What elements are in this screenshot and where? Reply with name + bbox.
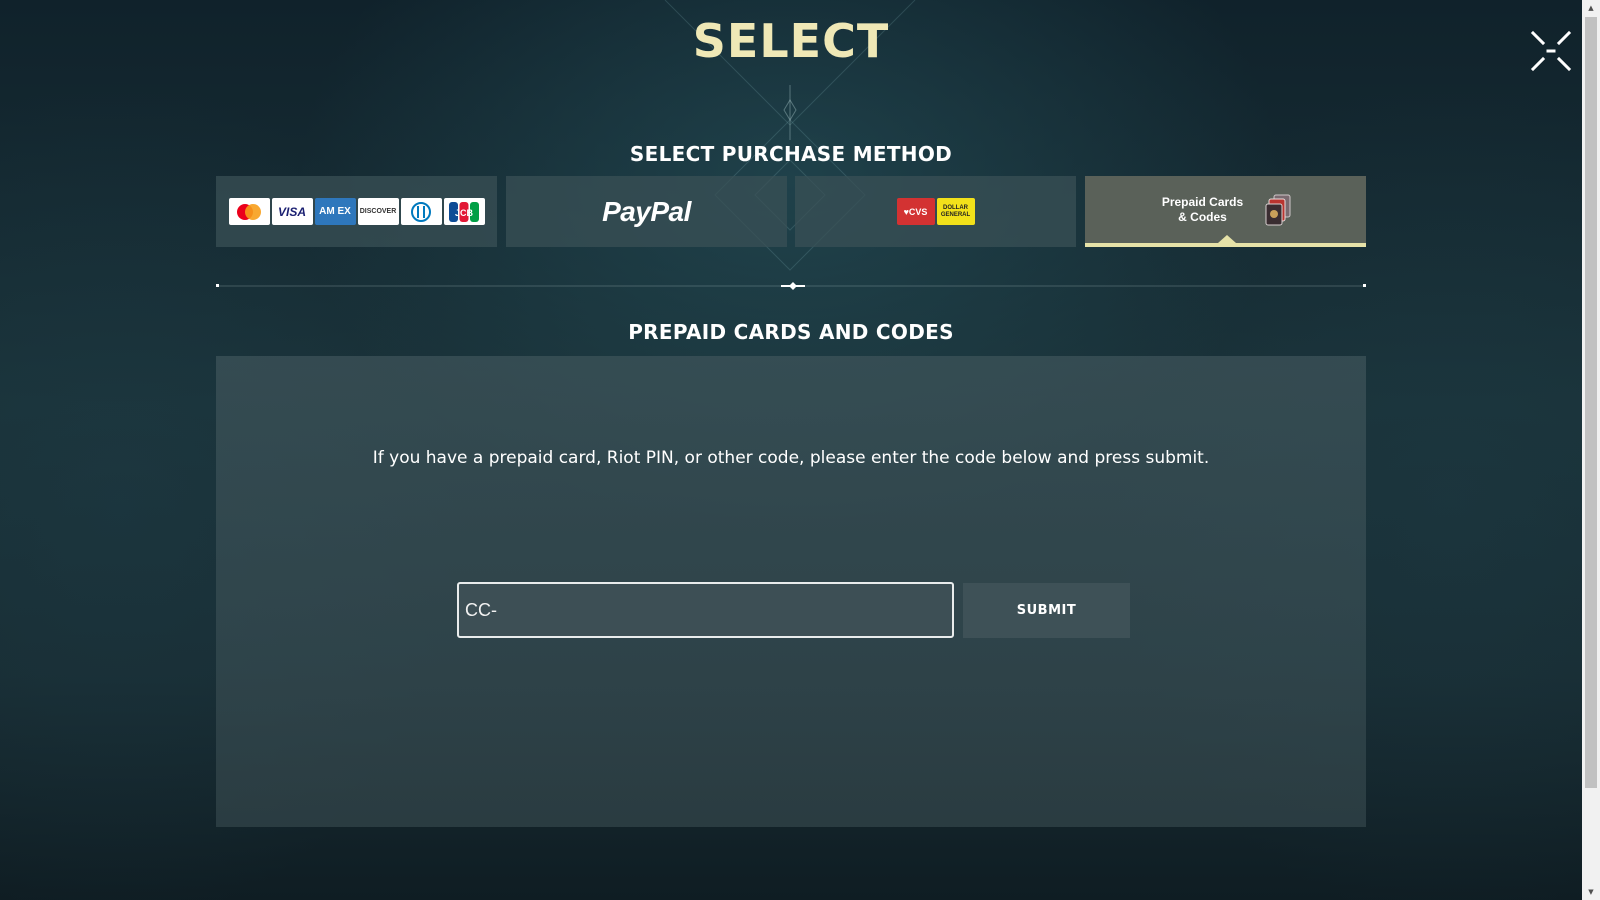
amex-icon: AM EX: [314, 198, 356, 225]
prepaid-section-title: PREPAID CARDS AND CODES: [628, 320, 954, 344]
purchase-methods: VISA AM EX DISCOVER JCB PayPal ♥CVS DOLL…: [216, 176, 1366, 247]
cvs-logo: ♥CVS: [896, 198, 935, 225]
game-logo: SELECT: [692, 14, 890, 68]
method-prepaid-cards[interactable]: Prepaid Cards & Codes: [1085, 176, 1366, 247]
prepaid-label: Prepaid Cards & Codes: [1161, 194, 1244, 224]
dollar-general-logo: DOLLAR GENERAL: [936, 198, 975, 225]
prepaid-cards-icon: [1264, 194, 1294, 226]
purchase-method-title: SELECT PURCHASE METHOD: [629, 142, 953, 166]
method-credit-cards[interactable]: VISA AM EX DISCOVER JCB: [216, 176, 497, 247]
scroll-thumb[interactable]: [1585, 17, 1597, 788]
scroll-down-arrow-icon[interactable]: ▼: [1582, 884, 1600, 900]
discover-icon: DISCOVER: [357, 198, 399, 225]
paypal-label: PayPal: [602, 195, 691, 227]
mastercard-icon: [228, 198, 270, 225]
scrollbar[interactable]: ▲ ▼: [1582, 0, 1600, 900]
jcb-label: JCB: [455, 208, 474, 218]
visa-icon: VISA: [271, 198, 313, 225]
method-retail[interactable]: ♥CVS DOLLAR GENERAL: [795, 176, 1076, 247]
diners-club-icon: [400, 198, 442, 225]
prepaid-panel: If you have a prepaid card, Riot PIN, or…: [216, 356, 1366, 827]
scroll-up-arrow-icon[interactable]: ▲: [1582, 0, 1600, 16]
instructions-text: If you have a prepaid card, Riot PIN, or…: [372, 448, 1210, 468]
section-divider: [216, 282, 1366, 290]
method-paypal[interactable]: PayPal: [506, 176, 787, 247]
submit-button[interactable]: SUBMIT: [963, 583, 1130, 638]
close-icon[interactable]: [1530, 30, 1572, 72]
selected-indicator: [1218, 235, 1236, 243]
code-input[interactable]: [457, 582, 954, 638]
jcb-icon: JCB: [443, 198, 485, 225]
